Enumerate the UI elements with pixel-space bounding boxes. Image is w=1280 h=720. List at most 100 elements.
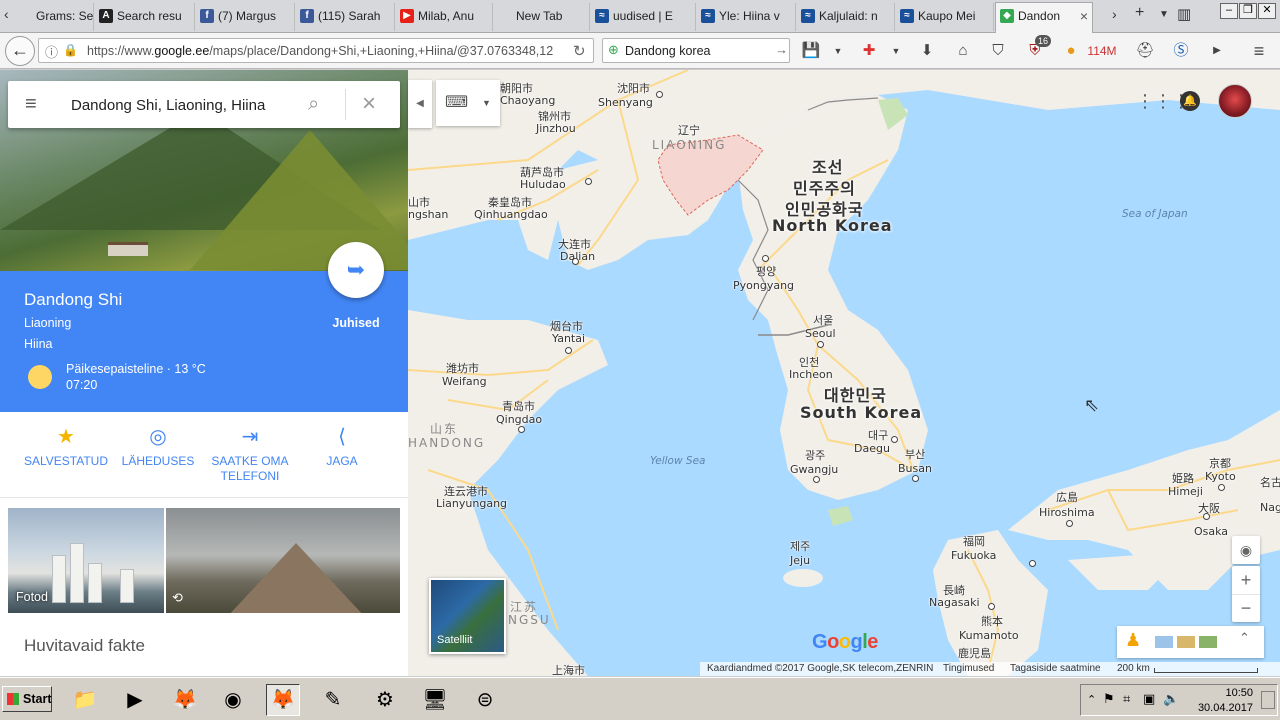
volume-icon[interactable]: 🔈 (1163, 691, 1179, 707)
kyoto-marker[interactable] (1218, 484, 1225, 491)
close-window-button[interactable]: ✕ (1258, 3, 1276, 19)
notifications-icon[interactable]: 🔔 (1180, 91, 1200, 111)
red-cross-dropdown-icon[interactable]: ▼ (886, 41, 906, 61)
city-label[interactable]: Fukuoka (951, 549, 996, 562)
info-icon[interactable]: ⓘ (45, 42, 58, 61)
satellite-toggle[interactable]: Satelliit (429, 578, 506, 654)
dalian-marker[interactable] (572, 258, 579, 265)
directions-label[interactable]: Juhised (320, 316, 392, 330)
yantai-marker[interactable] (565, 347, 572, 354)
fukuoka-marker[interactable] (1029, 560, 1036, 567)
city-label[interactable]: ngshan (408, 208, 448, 221)
province-label[interactable]: 山东 (430, 420, 458, 437)
busan-marker[interactable] (912, 475, 919, 482)
osaka-marker[interactable] (1203, 513, 1210, 520)
city-label[interactable]: 広島 (1056, 489, 1078, 505)
pegman-icon[interactable]: ♟ (1125, 630, 1141, 651)
city-label[interactable]: 제주 (790, 538, 810, 554)
photosphere-thumbnail[interactable] (166, 508, 400, 613)
monitor-icon[interactable]: 🖥 (418, 684, 452, 716)
city-label[interactable]: Weifang (442, 375, 487, 388)
kumamoto-marker[interactable] (988, 603, 995, 610)
city-label[interactable]: 名古 (1260, 474, 1280, 490)
city-label[interactable]: Lianyungang (436, 497, 507, 510)
settings-icon[interactable]: ⚙ (368, 684, 402, 716)
gwangju-marker[interactable] (813, 476, 820, 483)
reload-icon[interactable]: ↻ (573, 42, 586, 60)
scale-label[interactable]: 200 km (1117, 663, 1150, 674)
clock-time[interactable]: 10:50 (1225, 687, 1253, 699)
city-label[interactable]: 沈阳市 (617, 80, 650, 96)
city-label[interactable]: Himeji (1168, 485, 1203, 498)
share-action-button[interactable]: ⟨ JAGA (292, 424, 392, 469)
directions-button[interactable]: ➥ (328, 242, 384, 298)
my-location-button[interactable]: ◉ (1232, 536, 1260, 564)
imagery-thumb-3[interactable] (1199, 636, 1217, 648)
city-label[interactable]: 姫路 (1172, 470, 1194, 486)
city-label[interactable]: Daegu (854, 442, 890, 455)
browser-tab[interactable]: A Search resu (95, 3, 195, 31)
city-label[interactable]: Pyongyang (733, 279, 794, 292)
city-label[interactable]: Busan (898, 462, 932, 475)
province-label[interactable]: LIAONING (652, 138, 726, 152)
province-label[interactable]: NGSU (508, 613, 551, 627)
save-dropdown-icon[interactable]: ▼ (828, 41, 848, 61)
youtube-icon[interactable]: ▶ (1207, 41, 1227, 61)
pocket-icon[interactable]: ⛉ (988, 41, 1008, 61)
tray-expand-icon[interactable]: ⌃ (1087, 693, 1096, 706)
firefox-active-icon[interactable]: 🦊 (266, 684, 300, 716)
huludao-marker[interactable] (585, 178, 592, 185)
city-label[interactable]: 上海市 (552, 662, 585, 676)
browser-tab[interactable]: f (7) Margus (196, 3, 295, 31)
new-tab-icon[interactable]: + (1135, 4, 1144, 22)
avatar[interactable] (1218, 84, 1252, 118)
clock-date[interactable]: 30.04.2017 (1198, 702, 1253, 714)
back-button[interactable]: ← (5, 36, 35, 66)
collapse-panel-button[interactable]: ◀ (408, 80, 432, 128)
browser-tab[interactable]: ≈ Yle: Hiina v (697, 3, 796, 31)
network-icon[interactable]: ⊜ (468, 684, 502, 716)
search-engine-icon[interactable]: ⊕ (608, 42, 619, 58)
city-label[interactable]: Yantai (552, 332, 585, 345)
file-explorer-icon[interactable]: 📁 (68, 684, 102, 716)
red-cross-icon[interactable]: ✚ (859, 41, 879, 61)
city-label[interactable]: 서울 (813, 312, 833, 328)
scale-bar[interactable] (1154, 668, 1258, 673)
city-label[interactable]: Hiroshima (1039, 506, 1095, 519)
country-label[interactable]: North Korea (772, 216, 893, 235)
url-text[interactable]: https://www.google.ee/maps/place/Dandong… (87, 44, 553, 58)
browser-tab[interactable]: ≈ Kaljulaid: n (797, 3, 895, 31)
city-label[interactable]: 京都 (1209, 455, 1231, 471)
city-label[interactable]: Osaka (1194, 525, 1228, 538)
city-label[interactable]: Kumamoto (959, 629, 1019, 642)
search-go-icon[interactable]: → (775, 42, 788, 57)
hamburger-menu-icon[interactable]: ≡ (25, 94, 45, 115)
skype-icon[interactable]: Ⓢ (1171, 41, 1191, 61)
tab-scroll-left-icon[interactable]: ‹ (4, 6, 9, 22)
browser-tab[interactable]: f (115) Sarah (296, 3, 395, 31)
pyongyang-marker[interactable] (762, 255, 769, 262)
city-label[interactable]: Jinzhou (536, 122, 576, 135)
save-page-icon[interactable]: 💾 (801, 41, 821, 61)
hiroshima-marker[interactable] (1066, 520, 1073, 527)
browser-tab[interactable]: ◆ Dandon × (995, 2, 1093, 33)
city-label[interactable]: Incheon (789, 368, 833, 381)
city-label[interactable]: 青岛市 (502, 398, 535, 414)
home-icon[interactable]: ⌂ (953, 41, 973, 61)
city-label[interactable]: 부산 (905, 446, 925, 462)
nearby-action-button[interactable]: ◎ LÄHEDUSES (108, 424, 208, 469)
media-player-icon[interactable]: ▶ (118, 684, 152, 716)
city-label[interactable]: Chaoyang (500, 94, 555, 107)
send-to-phone-action-button[interactable]: ⇥ SAATKE OMA TELEFONI (200, 424, 300, 484)
terms-link[interactable]: Tingimused (943, 663, 994, 674)
city-label[interactable]: 평양 (756, 263, 776, 279)
memory-extension-icon[interactable]: ● (1061, 41, 1081, 61)
network-tray-icon[interactable]: ▣ (1143, 691, 1155, 707)
tab-list-icon[interactable]: ▼ (1159, 9, 1169, 20)
browser-menu-icon[interactable]: ≡ (1249, 41, 1269, 61)
city-label[interactable]: 熊本 (981, 613, 1003, 629)
province-label[interactable]: HANDONG (408, 436, 485, 450)
imagery-thumb-1[interactable] (1155, 636, 1173, 648)
browser-tab[interactable]: New Tab (494, 3, 590, 31)
expand-up-icon[interactable]: ⌃ (1239, 630, 1250, 646)
